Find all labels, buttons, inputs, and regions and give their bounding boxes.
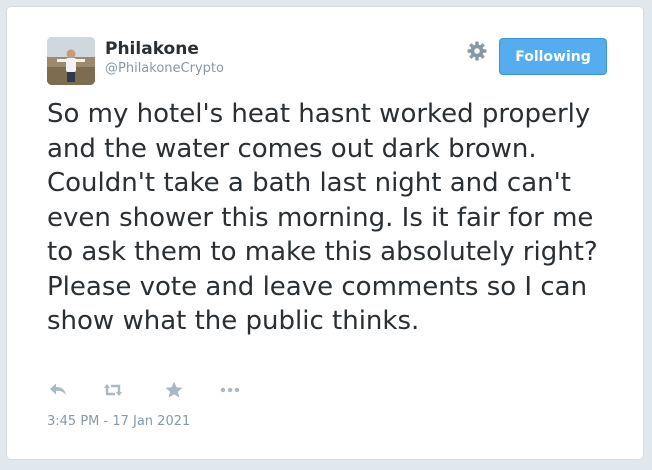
tweet-card: Philakone @PhilakoneCrypto Following So …	[6, 6, 644, 460]
retweet-icon[interactable]	[102, 379, 124, 401]
avatar[interactable]	[47, 37, 95, 85]
star-icon[interactable]	[163, 379, 185, 401]
tweet-timestamp[interactable]: 3:45 PM - 17 Jan 2021	[47, 414, 190, 429]
avatar-image	[47, 37, 95, 85]
following-button[interactable]: Following	[499, 38, 607, 75]
display-name[interactable]: Philakone	[105, 39, 199, 59]
reply-icon[interactable]	[47, 379, 69, 401]
tweet-text: So my hotel's heat hasnt worked properly…	[47, 99, 598, 336]
user-handle[interactable]: @PhilakoneCrypto	[105, 61, 224, 76]
gear-icon[interactable]	[465, 39, 489, 63]
more-icon[interactable]	[219, 379, 241, 401]
